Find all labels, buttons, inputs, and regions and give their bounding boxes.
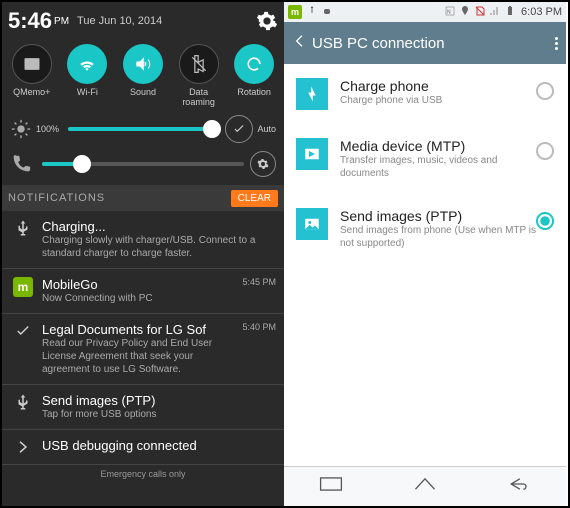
sound-toggle[interactable]: Sound [117, 44, 169, 107]
notifications-title: NOTIFICATIONS [8, 192, 105, 204]
notification-item[interactable]: Charging...Charging slowly with charger/… [2, 211, 284, 269]
option-ptp[interactable]: Send images (PTP)Send images from phone … [284, 194, 566, 264]
overflow-menu-icon[interactable] [555, 37, 558, 50]
signal-status-icon [489, 5, 504, 20]
notifications-header: NOTIFICATIONS CLEAR [2, 185, 284, 211]
brightness-icon [10, 118, 32, 140]
notif-title: Legal Documents for LG Sof [42, 322, 242, 337]
option-charge-phone[interactable]: Charge phoneCharge phone via USB [284, 64, 566, 124]
nfc-status-icon: N [444, 5, 459, 20]
wifi-toggle[interactable]: Wi-Fi [61, 44, 113, 107]
status-date: Tue Jun 10, 2014 [77, 15, 162, 27]
location-status-icon [459, 5, 474, 20]
notification-panel: 5:46 PM Tue Jun 10, 2014 QMemo+ Wi-Fi So… [2, 2, 284, 506]
page-title: USB PC connection [312, 35, 445, 52]
recent-apps-button[interactable] [318, 474, 344, 499]
notif-title: Send images (PTP) [42, 393, 276, 408]
notif-title: Charging... [42, 219, 276, 234]
brightness-row: 100% Auto [2, 109, 284, 149]
notification-item[interactable]: Send images (PTP)Tap for more USB option… [2, 385, 284, 430]
no-sim-icon [474, 5, 489, 20]
option-sub: Transfer images, music, videos and docum… [340, 154, 536, 180]
notif-title: USB debugging connected [42, 438, 276, 453]
mobilego-icon: m [10, 277, 36, 305]
notification-item[interactable]: Legal Documents for LG SofRead our Priva… [2, 314, 284, 385]
radio-button[interactable] [536, 142, 554, 160]
notif-timestamp: 5:40 PM [242, 322, 276, 376]
auto-label: Auto [257, 124, 276, 134]
option-sub: Send images from phone (Use when MTP is … [340, 224, 536, 250]
notif-title: MobileGo [42, 277, 242, 292]
brightness-percent: 100% [36, 124, 62, 134]
usb-status-icon [306, 5, 321, 20]
notification-item[interactable]: m MobileGoNow Connecting with PC 5:45 PM [2, 269, 284, 314]
page-header: USB PC connection [284, 22, 566, 64]
status-bar-left: 5:46 PM Tue Jun 10, 2014 [2, 2, 284, 40]
volume-settings-icon[interactable] [250, 151, 276, 177]
debug-status-icon [321, 5, 336, 20]
navigation-bar [284, 466, 566, 506]
auto-brightness-toggle[interactable] [225, 115, 253, 143]
status-bar-right: m N 6:03 PM [284, 2, 566, 22]
media-icon [296, 138, 328, 170]
options-list: Charge phoneCharge phone via USB Media d… [284, 64, 566, 466]
data-roaming-toggle[interactable]: Data roaming [173, 44, 225, 107]
volume-slider[interactable] [42, 162, 244, 166]
battery-status-icon [504, 5, 519, 20]
notif-sub: Tap for more USB options [42, 408, 276, 421]
option-mtp[interactable]: Media device (MTP)Transfer images, music… [284, 124, 566, 194]
radio-button[interactable] [536, 82, 554, 100]
brightness-slider[interactable] [68, 127, 219, 131]
notif-timestamp: 5:45 PM [242, 277, 276, 305]
option-title: Charge phone [340, 78, 536, 94]
qmemo-toggle[interactable]: QMemo+ [6, 44, 58, 107]
chevron-right-icon [10, 438, 36, 456]
status-time: 5:46 [8, 8, 52, 34]
phone-icon [10, 153, 32, 175]
home-button[interactable] [412, 474, 438, 499]
option-title: Media device (MTP) [340, 138, 536, 154]
notification-item[interactable]: USB debugging connected [2, 430, 284, 465]
check-icon [10, 322, 36, 376]
clear-button[interactable]: CLEAR [231, 190, 278, 207]
radio-button[interactable] [536, 212, 554, 230]
mobilego-status-icon: m [288, 5, 302, 19]
back-button[interactable] [506, 474, 532, 499]
back-icon[interactable] [292, 33, 308, 54]
quick-toggle-row: QMemo+ Wi-Fi Sound Data roaming Rotation [2, 40, 284, 109]
rotation-toggle[interactable]: Rotation [228, 44, 280, 107]
usb-icon [10, 219, 36, 260]
image-icon [296, 208, 328, 240]
status-time-right: 6:03 PM [521, 6, 562, 18]
settings-icon[interactable] [256, 10, 278, 32]
status-ampm: PM [54, 16, 69, 27]
svg-text:N: N [447, 9, 451, 15]
usb-settings-screen: m N 6:03 PM USB PC connection Charge pho… [284, 2, 566, 506]
notif-sub: Charging slowly with charger/USB. Connec… [42, 234, 276, 260]
option-sub: Charge phone via USB [340, 94, 536, 107]
option-title: Send images (PTP) [340, 208, 536, 224]
notif-sub: Now Connecting with PC [42, 292, 242, 305]
emergency-text: Emergency calls only [2, 465, 284, 483]
charge-icon [296, 78, 328, 110]
volume-row [2, 149, 284, 185]
usb-icon [10, 393, 36, 421]
notif-sub: Read our Privacy Policy and End User Lic… [42, 337, 242, 376]
